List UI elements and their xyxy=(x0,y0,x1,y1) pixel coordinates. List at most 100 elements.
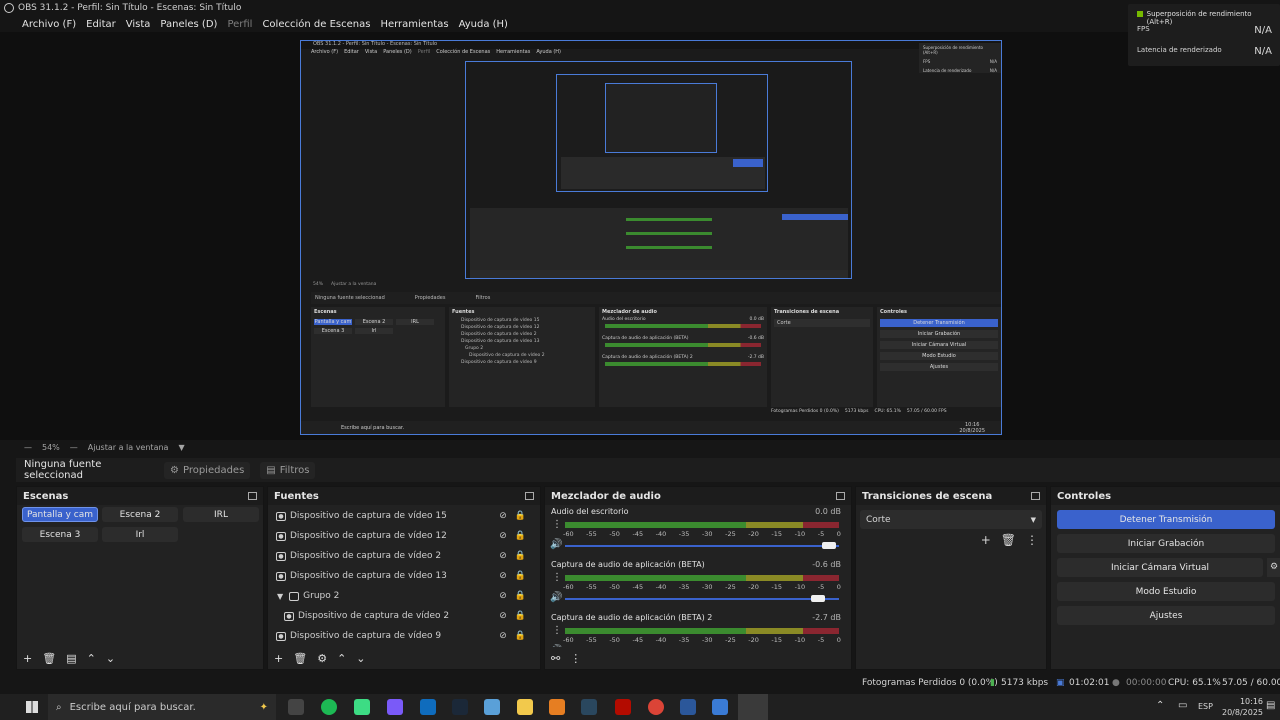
scene-item[interactable]: Escena 3 xyxy=(22,527,98,542)
filters-button[interactable]: ▤ Filtros xyxy=(260,461,316,479)
trash-icon[interactable]: 🗑 xyxy=(293,652,307,665)
menu-dots-icon[interactable]: ⋮ xyxy=(570,652,581,665)
studio-mode-button[interactable]: Modo Estudio xyxy=(1057,582,1275,601)
virtual-camera-settings-icon[interactable]: ⚙ xyxy=(1267,558,1280,577)
clock[interactable]: 10:16 20/8/2025 xyxy=(1222,696,1263,718)
source-group[interactable]: ▼ Grupo 2 ⊘ 🔒 xyxy=(268,586,540,606)
volume-slider[interactable] xyxy=(565,595,839,602)
lock-icon[interactable]: 🔒 xyxy=(515,591,526,601)
android-icon[interactable] xyxy=(354,699,370,715)
taskbar-search[interactable]: ⌕ Escribe aquí para buscar. ✦ xyxy=(48,694,276,720)
start-virtual-camera-button[interactable]: Iniciar Cámara Virtual xyxy=(1057,558,1263,577)
menu-dots-icon[interactable]: ⋮ xyxy=(552,519,562,530)
source-item[interactable]: ● Dispositivo de captura de vídeo 2 ⊘ 🔒 xyxy=(268,546,540,566)
undock-icon[interactable] xyxy=(525,492,534,500)
source-item[interactable]: ● Dispositivo de captura de vídeo 2 ⊘ 🔒 xyxy=(268,606,540,626)
visibility-icon[interactable]: ⊘ xyxy=(499,571,507,581)
copilot-icon[interactable] xyxy=(387,699,403,715)
link-icon[interactable]: ⚯ xyxy=(551,652,560,665)
trash-icon[interactable]: 🗑 xyxy=(42,652,56,665)
source-item[interactable]: ● Dispositivo de captura de vídeo 9 ⊘ 🔒 xyxy=(268,626,540,646)
settings-button[interactable]: Ajustes xyxy=(1057,606,1275,625)
add-icon[interactable]: + xyxy=(274,652,283,665)
arrow-down-icon[interactable]: ⌄ xyxy=(356,652,365,665)
windows-start-icon[interactable] xyxy=(26,701,38,713)
source-item[interactable]: ● Dispositivo de captura de vídeo 15 ⊘ 🔒 xyxy=(268,506,540,526)
menu-paneles[interactable]: Paneles (D) xyxy=(160,19,217,30)
app-icon[interactable] xyxy=(484,699,500,715)
transition-select[interactable]: Corte ▼ xyxy=(860,510,1042,529)
add-icon[interactable]: + xyxy=(23,652,32,665)
menu-archivo[interactable]: Archivo (F) xyxy=(22,19,76,30)
scene-item[interactable]: Irl xyxy=(102,527,178,542)
menu-editar[interactable]: Editar xyxy=(86,19,116,30)
source-item[interactable]: ● Dispositivo de captura de vídeo 12 ⊘ 🔒 xyxy=(268,526,540,546)
lock-icon[interactable]: 🔒 xyxy=(515,631,526,641)
obs-icon[interactable] xyxy=(738,694,768,720)
visibility-icon[interactable]: ⊘ xyxy=(499,511,507,521)
menu-dots-icon[interactable]: ⋮ xyxy=(552,625,562,636)
lock-icon[interactable]: 🔒 xyxy=(515,531,526,541)
undock-icon[interactable] xyxy=(248,492,257,500)
menu-dots-icon[interactable]: ⋮ xyxy=(1026,533,1038,547)
steam-icon[interactable] xyxy=(452,699,468,715)
undock-icon[interactable] xyxy=(836,492,845,500)
speaker-icon[interactable]: 🔊 xyxy=(550,539,562,550)
word-icon[interactable] xyxy=(680,699,696,715)
visibility-icon[interactable]: ⊘ xyxy=(499,531,507,541)
chevron-down-icon[interactable]: ▼ xyxy=(277,592,283,601)
app-icon[interactable] xyxy=(712,699,728,715)
menu-ayuda[interactable]: Ayuda (H) xyxy=(459,19,508,30)
chrome-icon[interactable] xyxy=(648,699,664,715)
volume-knob[interactable] xyxy=(811,595,826,602)
notifications-icon[interactable]: ▤ xyxy=(1266,700,1275,711)
menu-dots-icon[interactable]: ⋮ xyxy=(552,572,562,583)
chevron-down-icon[interactable]: ▼ xyxy=(178,443,184,452)
zoom-in-icon[interactable]: — xyxy=(70,443,78,452)
lock-icon[interactable]: 🔒 xyxy=(515,511,526,521)
trash-icon[interactable]: 🗑 xyxy=(1001,533,1016,547)
scene-item[interactable]: Pantalla y cam xyxy=(22,507,98,522)
undock-icon[interactable] xyxy=(1031,492,1040,500)
visibility-icon[interactable]: ⊘ xyxy=(499,611,507,621)
zoom-out-icon[interactable]: — xyxy=(24,443,32,452)
preview-canvas[interactable]: OBS 31.1.2 - Perfil: Sin Título - Escena… xyxy=(300,40,1002,435)
folder-icon[interactable] xyxy=(517,699,533,715)
volume-knob[interactable] xyxy=(822,542,837,549)
arrow-down-icon[interactable]: ⌄ xyxy=(106,652,115,665)
menu-perfil[interactable]: Perfil xyxy=(227,19,252,30)
outlook-icon[interactable] xyxy=(420,699,436,715)
gear-icon[interactable]: ⚙ xyxy=(317,652,327,665)
lock-icon[interactable]: 🔒 xyxy=(515,551,526,561)
scene-item[interactable]: Escena 2 xyxy=(102,507,178,522)
visibility-icon[interactable]: ⊘ xyxy=(499,591,507,601)
arrow-up-icon[interactable]: ⌃ xyxy=(337,652,346,665)
start-recording-button[interactable]: Iniciar Grabación xyxy=(1057,534,1275,553)
visibility-icon[interactable]: ⊘ xyxy=(499,551,507,561)
menu-coleccion-escenas[interactable]: Colección de Escenas xyxy=(262,19,370,30)
speaker-icon[interactable]: 🔊 xyxy=(550,592,562,603)
steam-icon[interactable] xyxy=(581,699,597,715)
scene-item[interactable]: IRL xyxy=(183,507,259,522)
visibility-icon[interactable]: ⊘ xyxy=(499,631,507,641)
menu-vista[interactable]: Vista xyxy=(126,19,151,30)
source-item[interactable]: ● Dispositivo de captura de vídeo 13 ⊘ 🔒 xyxy=(268,566,540,586)
task-view-icon[interactable] xyxy=(288,699,304,715)
add-icon[interactable]: + xyxy=(981,533,991,547)
app-icon[interactable] xyxy=(549,699,565,715)
lock-icon[interactable]: 🔒 xyxy=(515,611,526,621)
menu-herramientas[interactable]: Herramientas xyxy=(380,19,448,30)
language-indicator[interactable]: ESP xyxy=(1198,702,1213,711)
arrow-up-icon[interactable]: ⌃ xyxy=(87,652,96,665)
spotify-icon[interactable] xyxy=(321,699,337,715)
properties-button[interactable]: ⚙ Propiedades xyxy=(164,461,251,479)
filter-icon[interactable]: ▤ xyxy=(66,652,76,665)
keyboard-icon[interactable]: ▭ xyxy=(1178,700,1187,711)
lock-icon[interactable]: 🔒 xyxy=(515,571,526,581)
stop-stream-button[interactable]: Detener Transmisión xyxy=(1057,510,1275,529)
acrobat-icon[interactable] xyxy=(615,699,631,715)
network-icon[interactable]: ⌃ xyxy=(1156,700,1164,711)
zoom-value[interactable]: 54% xyxy=(42,443,60,452)
fit-window-label[interactable]: Ajustar a la ventana xyxy=(88,443,169,452)
volume-slider[interactable] xyxy=(565,542,839,549)
